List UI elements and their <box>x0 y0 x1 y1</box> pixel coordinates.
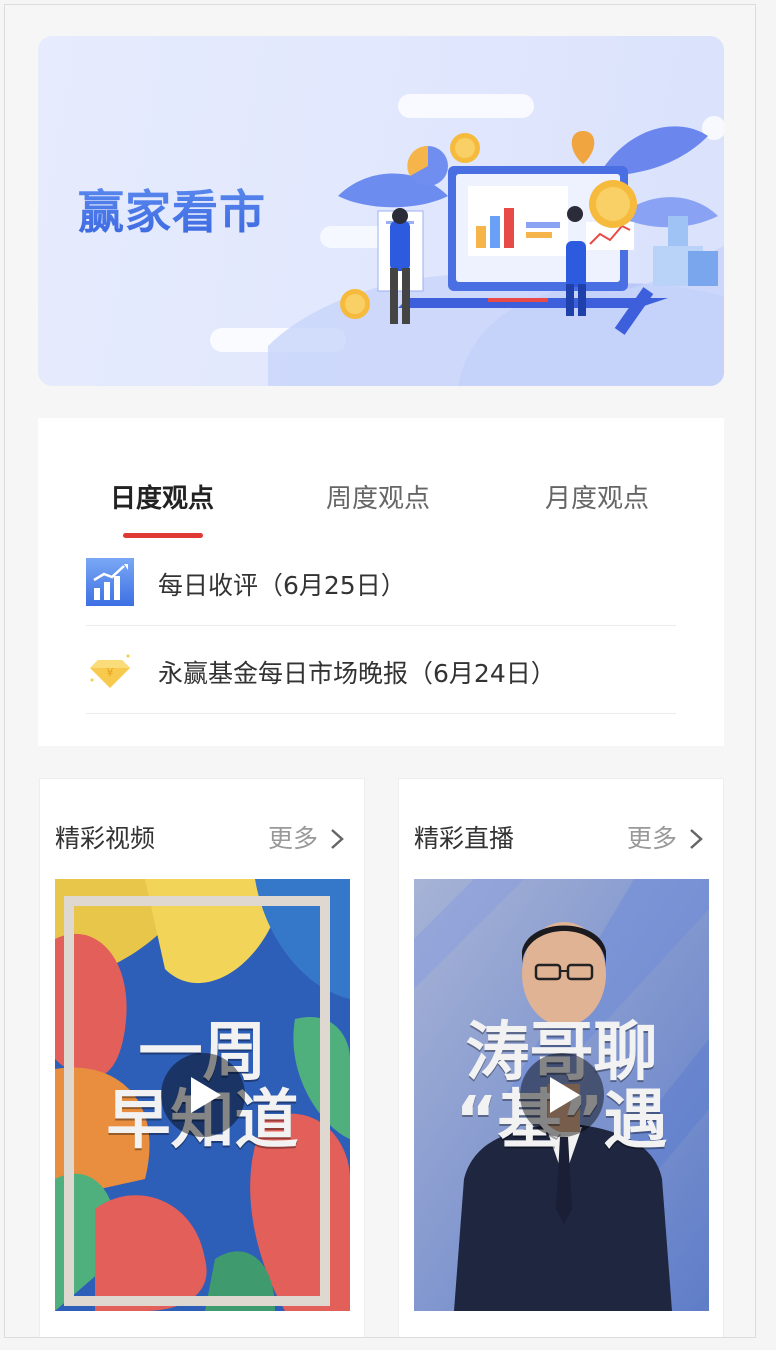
list-item[interactable]: 每日收评（6月25日） <box>86 538 676 626</box>
list-item[interactable]: ¥ 永赢基金每日市场晚报（6月24日） <box>86 626 676 714</box>
more-label: 更多 <box>267 824 318 853</box>
tab-bar: 日度观点 周度观点 月度观点 <box>38 418 724 538</box>
live-section: 精彩直播 更多 涛哥聊 “基”遇 <box>398 778 724 1337</box>
tab-weekly[interactable]: 周度观点 <box>326 478 430 515</box>
play-icon[interactable] <box>160 1053 245 1137</box>
tab-daily[interactable]: 日度观点 <box>110 478 214 515</box>
chart-icon <box>86 558 134 606</box>
list-item-text: 每日收评（6月25日） <box>158 571 406 600</box>
list-item-text: 永赢基金每日市场晚报（6月24日） <box>158 659 556 688</box>
viewpoint-card: 日度观点 周度观点 月度观点 每日收评（6月25日） ¥ 永赢基金每日市场晚报（… <box>38 418 724 746</box>
play-icon[interactable] <box>519 1053 604 1137</box>
banner-title: 赢家看市 <box>78 176 266 242</box>
video-thumbnail[interactable]: 一周 早知道 <box>55 879 350 1311</box>
diamond-icon: ¥ <box>86 646 134 694</box>
live-section-title: 精彩直播 <box>414 824 515 853</box>
tab-monthly[interactable]: 月度观点 <box>545 478 649 515</box>
video-section: 精彩视频 更多 一周 早知道 <box>39 778 365 1337</box>
page: 赢家看市 日度观点 周度观点 月度观点 每日收评（6月25日） ¥ 永赢基金每日… <box>4 4 756 1338</box>
video-section-title: 精彩视频 <box>55 824 156 853</box>
banner[interactable]: 赢家看市 <box>38 36 724 386</box>
svg-text:¥: ¥ <box>107 666 114 679</box>
chevron-right-icon <box>690 829 703 849</box>
chevron-right-icon <box>331 829 344 849</box>
live-thumbnail[interactable]: 涛哥聊 “基”遇 <box>414 879 709 1311</box>
more-label: 更多 <box>626 824 677 853</box>
live-more-link[interactable]: 更多 <box>627 819 703 855</box>
video-more-link[interactable]: 更多 <box>268 819 344 855</box>
